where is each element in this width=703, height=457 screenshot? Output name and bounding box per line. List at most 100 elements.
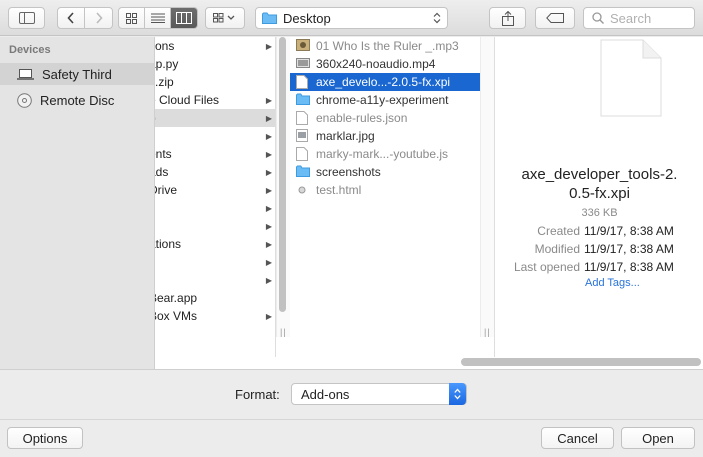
disclosure-arrow-icon: ▶: [265, 257, 272, 267]
column-view-button[interactable]: [171, 8, 197, 28]
preview-pane: axe_developer_tools-2. 0.5-fx.xpi 336 KB…: [496, 37, 703, 357]
format-bar: Format: Add-ons: [0, 369, 703, 419]
list-item[interactable]: s▶: [155, 217, 275, 235]
sidebar-item-label: Safety Third: [42, 66, 112, 82]
list-item[interactable]: screenshots▶: [290, 163, 494, 181]
list-item[interactable]: Bear.app: [155, 289, 275, 307]
arrange-button[interactable]: [205, 7, 245, 29]
list-item[interactable]: marklar.jpg: [290, 127, 494, 145]
disclosure-arrow-icon: ▶: [265, 149, 272, 159]
meta-value: 11/9/17, 8:38 AM: [584, 260, 674, 274]
list-item-label: p: [155, 111, 156, 125]
list-item[interactable]: ations ▶: [155, 235, 275, 253]
list-item-label: screenshots: [316, 165, 381, 179]
format-select[interactable]: Add-ons: [291, 383, 467, 405]
view-mode-control: [118, 7, 198, 29]
disclosure-arrow-icon: ▶: [265, 311, 272, 321]
horizontal-scrollbar[interactable]: [461, 358, 701, 366]
list-item[interactable]: Drive ▶: [155, 181, 275, 199]
meta-last-opened: Last opened 11/9/17, 8:38 AM: [496, 260, 674, 278]
updown-icon: [433, 12, 441, 24]
search-placeholder: Search: [610, 10, 652, 26]
bottom-bar: Options Cancel Open: [0, 419, 703, 457]
disc-icon: [17, 92, 32, 108]
column-parent-scrollbar[interactable]: [279, 37, 286, 312]
preview-file-name: axe_developer_tools-2. 0.5-fx.xpi: [496, 165, 703, 203]
folder-icon: [296, 93, 310, 105]
list-item[interactable]: ▶: [155, 199, 275, 217]
list-item[interactable]: enable-rules.json: [290, 109, 494, 127]
list-item-label: ads: [155, 165, 169, 179]
list-item[interactable]: ents ▶: [155, 145, 275, 163]
disclosure-arrow-icon: ▶: [265, 95, 272, 105]
list-item-label: 01 Who Is the Ruler _.mp3: [316, 39, 459, 53]
sidebar-toggle-button[interactable]: [8, 7, 45, 29]
search-icon: [592, 12, 604, 24]
disclosure-arrow-icon: ▶: [265, 221, 272, 231]
add-tags-link[interactable]: Add Tags...: [585, 277, 640, 289]
search-input[interactable]: Search: [583, 7, 695, 29]
folder-icon: [262, 12, 277, 24]
back-forward-control: [57, 7, 113, 29]
list-item[interactable]: chrome-a11y-experiment▶: [290, 91, 494, 109]
list-item[interactable]: 360x240-noaudio.mp4: [290, 55, 494, 73]
disclosure-arrow-icon: ▶: [265, 185, 272, 195]
tag-button[interactable]: [535, 7, 575, 29]
column-resize-handle[interactable]: ||: [280, 327, 287, 337]
preview-file-name-line2: 0.5-fx.xpi: [569, 185, 630, 202]
chevron-right-icon: [95, 12, 103, 24]
laptop-icon: [17, 68, 34, 80]
options-button[interactable]: Options: [7, 427, 83, 449]
sidebar-item-remote-disc[interactable]: Remote Disc: [0, 89, 154, 111]
preview-file-size: 336 KB: [581, 207, 618, 219]
disclosure-arrow-icon: ▶: [265, 131, 272, 141]
grid-icon: [126, 12, 137, 24]
document-icon: [296, 75, 308, 89]
list-item[interactable]: marky-mark...-youtube.js: [290, 145, 494, 163]
meta-label: Last opened: [513, 260, 580, 274]
sidebar-item-label: Remote Disc: [40, 92, 115, 108]
image-file-icon: [296, 129, 308, 142]
updown-icon: [449, 383, 466, 405]
icon-view-button[interactable]: [119, 8, 145, 28]
list-item[interactable]: p▶: [155, 109, 275, 127]
disclosure-arrow-icon: ▶: [265, 113, 272, 123]
list-item[interactable]: tions ▶: [155, 37, 275, 55]
list-item[interactable]: ▶: [155, 271, 275, 289]
back-button[interactable]: [58, 8, 85, 28]
list-item-label: Drive: [155, 183, 178, 197]
format-value: Add-ons: [301, 386, 350, 402]
column-resize-handle[interactable]: ||: [484, 327, 491, 337]
open-button[interactable]: Open: [621, 427, 695, 449]
list-item[interactable]: ▶: [155, 253, 275, 271]
list-item[interactable]: s.zip: [155, 73, 275, 91]
list-item[interactable]: 01 Who Is the Ruler _.mp3: [290, 37, 494, 55]
list-item[interactable]: axe_develo...-2.0.5-fx.xpi▶: [290, 73, 494, 91]
list-item-label: tions: [155, 39, 175, 53]
column-parent: tions▶ap.pys.zipe Cloud Files▶p▶▶ents▶ad…: [155, 37, 276, 357]
list-item[interactable]: e Cloud Files ▶: [155, 91, 275, 109]
list-item[interactable]: ap.py: [155, 55, 275, 73]
disclosure-arrow-icon: ▶: [265, 41, 272, 51]
list-item[interactable]: Box VMs ▶: [155, 307, 275, 325]
column-desktop-scroll-track: [480, 37, 494, 337]
list-icon: [150, 13, 165, 23]
cancel-button[interactable]: Cancel: [541, 427, 614, 449]
list-item[interactable]: test.html: [290, 181, 494, 199]
format-label: Format:: [235, 387, 280, 402]
list-view-button[interactable]: [145, 8, 171, 28]
list-item-label: Box VMs: [155, 309, 198, 323]
list-item-label: s.zip: [155, 75, 174, 89]
meta-modified: Modified 11/9/17, 8:38 AM: [496, 242, 674, 260]
list-item[interactable]: ▶: [155, 127, 275, 145]
chevron-left-icon: [67, 12, 74, 24]
column-desktop: 01 Who Is the Ruler _.mp3 360x240-noaudio…: [290, 37, 495, 357]
forward-button[interactable]: [85, 8, 112, 28]
document-preview-icon: [600, 39, 662, 117]
share-icon: [501, 10, 514, 26]
columns-icon: [176, 12, 192, 24]
location-popup[interactable]: Desktop: [255, 7, 448, 29]
list-item[interactable]: ads ▶: [155, 163, 275, 181]
sidebar-item-safety-third[interactable]: Safety Third: [0, 63, 154, 85]
share-button[interactable]: [489, 7, 526, 29]
